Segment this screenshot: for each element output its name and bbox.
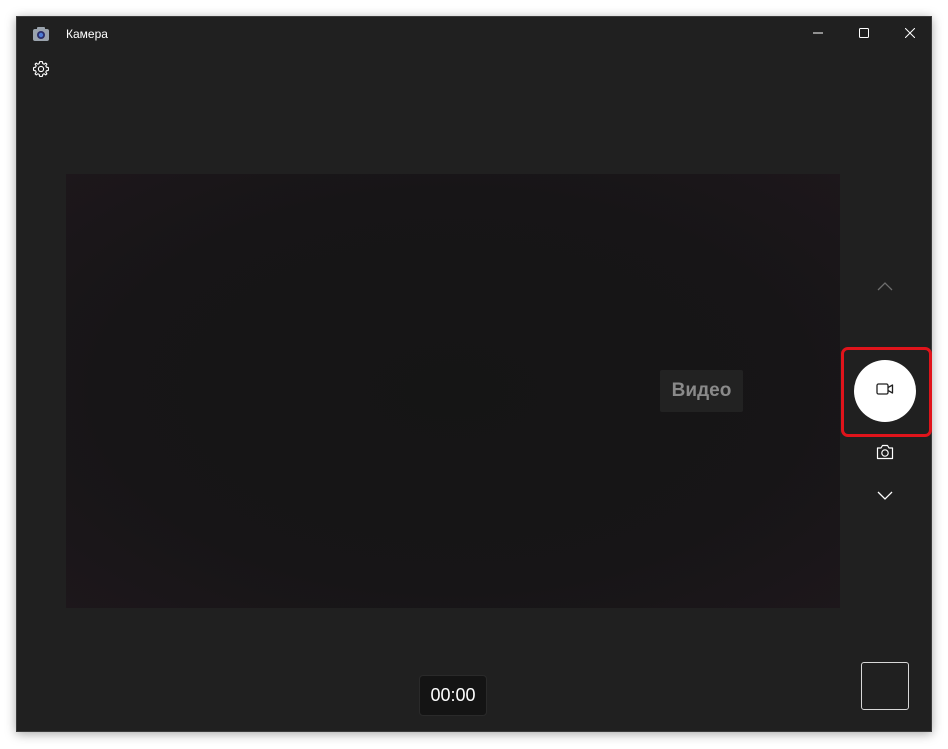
- recording-timer: 00:00: [419, 675, 487, 716]
- minimize-button[interactable]: [795, 17, 841, 51]
- maximize-icon: [859, 25, 869, 43]
- camera-window: Камера Видео 00:00: [16, 16, 932, 732]
- window-title: Камера: [66, 27, 108, 41]
- chevron-up-icon: [877, 278, 893, 296]
- video-camera-icon: [876, 382, 894, 401]
- camera-app-icon: [32, 26, 50, 42]
- last-capture-thumbnail[interactable]: [861, 662, 909, 710]
- maximize-button[interactable]: [841, 17, 887, 51]
- record-video-button[interactable]: [854, 360, 916, 422]
- close-button[interactable]: [887, 17, 933, 51]
- mode-down-button[interactable]: [873, 487, 897, 507]
- close-icon: [904, 25, 916, 43]
- photo-mode-button[interactable]: [874, 443, 896, 465]
- mode-label: Видео: [660, 370, 743, 412]
- chevron-down-icon: [877, 488, 893, 506]
- settings-button[interactable]: [31, 59, 51, 79]
- mode-up-button[interactable]: [873, 277, 897, 297]
- gear-icon: [31, 60, 51, 83]
- title-bar[interactable]: Камера: [17, 17, 931, 51]
- camera-icon: [876, 444, 894, 465]
- minimize-icon: [813, 25, 823, 43]
